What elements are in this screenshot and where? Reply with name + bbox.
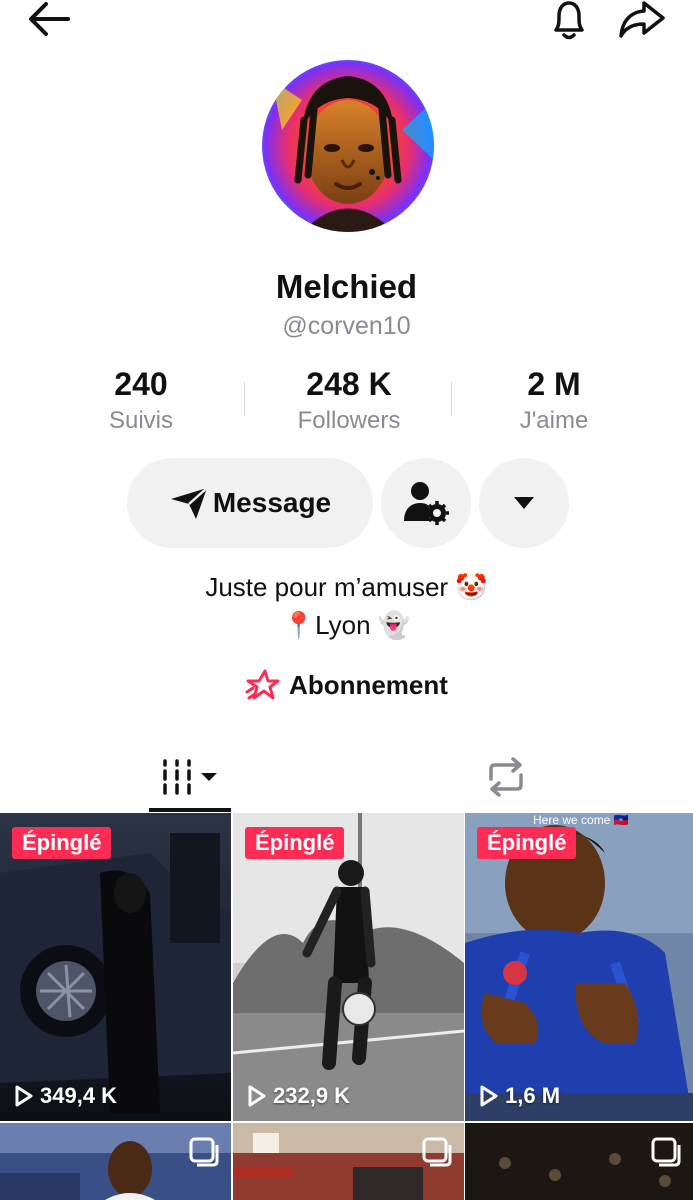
display-name: Melchied xyxy=(275,268,418,305)
username: @corven10 xyxy=(282,312,411,340)
stat-value: 240 xyxy=(114,366,168,402)
repost-icon xyxy=(489,757,523,797)
video-grid: Épinglé 349,4 K Épinglé 232,9 K Here we … xyxy=(0,813,693,1200)
message-button[interactable]: Message xyxy=(127,458,373,548)
stat-divider xyxy=(244,382,245,416)
stat-followers[interactable]: 248 K Followers xyxy=(259,364,439,438)
video-thumbnail[interactable]: Épinglé 349,4 K xyxy=(0,813,231,1121)
video-thumbnail[interactable]: Épinglé 232,9 K xyxy=(233,813,464,1121)
back-button[interactable] xyxy=(26,0,72,38)
avatar[interactable] xyxy=(262,60,434,232)
video-thumbnail-image xyxy=(233,813,464,1121)
pinned-badge: Épinglé xyxy=(245,827,345,859)
stack-icon xyxy=(189,1137,219,1167)
share-button[interactable] xyxy=(616,0,668,40)
video-thumbnail-image xyxy=(465,813,693,1121)
active-tab-indicator xyxy=(149,808,231,812)
stat-value: 248 K xyxy=(306,366,392,402)
user-gear-icon xyxy=(404,482,449,525)
view-count: 1,6 M xyxy=(479,1083,560,1109)
stat-divider xyxy=(451,382,452,416)
stat-value: 2 M xyxy=(527,366,581,402)
view-count: 349,4 K xyxy=(14,1083,117,1109)
view-count-label: 1,6 M xyxy=(505,1083,561,1108)
video-thumbnail[interactable] xyxy=(233,1123,464,1200)
video-thumbnail[interactable] xyxy=(465,1123,693,1200)
play-icon xyxy=(480,1085,498,1107)
stat-label: Followers xyxy=(297,407,401,434)
subscription-label: Abonnement xyxy=(289,669,448,700)
caret-down-icon xyxy=(514,497,534,509)
video-thumbnail[interactable]: Here we come 🇭🇹 Épinglé 1,6 M xyxy=(465,813,693,1121)
share-icon xyxy=(619,1,665,38)
subscription-link[interactable]: Abonnement xyxy=(0,668,693,702)
play-icon xyxy=(248,1085,266,1107)
paper-plane-icon xyxy=(170,487,208,519)
top-bar xyxy=(0,0,693,40)
stat-label: Suivis xyxy=(108,407,174,434)
video-caption-overlay: Here we come 🇭🇹 xyxy=(533,813,629,827)
grid-bars-icon xyxy=(163,759,217,795)
bell-icon xyxy=(554,1,584,40)
content-tabs xyxy=(0,742,693,812)
stat-label: J'aime xyxy=(519,407,589,434)
video-thumbnail[interactable] xyxy=(0,1123,231,1200)
pinned-badge: Épinglé xyxy=(12,827,112,859)
arrow-left-icon xyxy=(29,2,70,36)
tab-reposts[interactable] xyxy=(465,742,547,812)
view-count-label: 349,4 K xyxy=(40,1083,118,1108)
stat-likes[interactable]: 2 M J'aime xyxy=(464,364,644,438)
profile-stats: 240 Suivis 248 K Followers 2 M J'aime xyxy=(0,364,693,440)
bio-line: Juste pour m’amuser 🤡 xyxy=(205,572,488,602)
more-options-button[interactable] xyxy=(479,458,569,548)
stat-following[interactable]: 240 Suivis xyxy=(51,364,231,438)
star-icon xyxy=(245,669,280,700)
profile-actions: Message xyxy=(0,458,693,548)
profile-settings-button[interactable] xyxy=(381,458,471,548)
message-label: Message xyxy=(212,487,332,518)
notifications-button[interactable] xyxy=(546,0,592,42)
avatar-image xyxy=(262,60,434,232)
pinned-badge: Épinglé xyxy=(477,827,577,859)
tab-videos[interactable] xyxy=(149,742,231,812)
view-count: 232,9 K xyxy=(247,1083,350,1109)
bio-line: 📍Lyon 👻 xyxy=(282,610,411,640)
view-count-label: 232,9 K xyxy=(273,1083,351,1108)
bio: Juste pour m’amuser 🤡 📍Lyon 👻 xyxy=(0,568,693,644)
play-icon xyxy=(15,1085,33,1107)
video-thumbnail-image xyxy=(0,813,231,1121)
stack-icon xyxy=(651,1137,681,1167)
stack-icon xyxy=(422,1137,452,1167)
